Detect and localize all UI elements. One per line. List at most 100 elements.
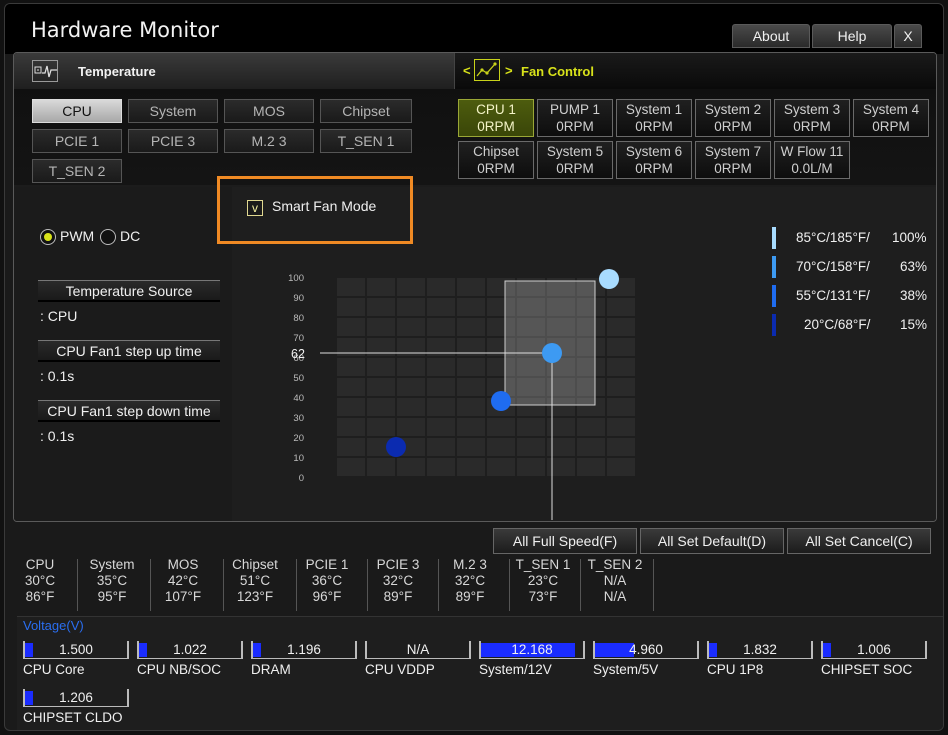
grid-cell [607, 438, 635, 456]
grid-cell [397, 318, 425, 336]
grid-cell [337, 278, 365, 296]
grid-cell [457, 278, 485, 296]
step-up-label[interactable]: CPU Fan1 step up time [38, 340, 220, 362]
grid-cell [427, 378, 455, 396]
voltage-label: System/5V [593, 662, 659, 677]
temp-src-cpu[interactable]: CPU [32, 99, 122, 123]
voltage-bar-12v: 12.168 [479, 641, 585, 659]
pwm-radio[interactable] [40, 229, 56, 245]
temp-src-tsen1[interactable]: T_SEN 1 [320, 129, 412, 153]
temp-c: 51°C [239, 573, 271, 588]
all-set-default-button[interactable]: All Set Default(D) [640, 528, 784, 554]
grid-cell [607, 378, 635, 396]
grid-cell [487, 438, 515, 456]
fan-rpm: 0RPM [556, 161, 594, 176]
temp-chipset: Chipset 51°C 123°F [220, 557, 290, 615]
grid-cell [337, 458, 365, 476]
grid-cell [337, 438, 365, 456]
fan-rpm: 0RPM [556, 119, 594, 134]
temp-cpu: CPU 30°C 86°F [5, 557, 75, 615]
help-button[interactable]: Help [812, 24, 892, 48]
fan-system1[interactable]: System 1 0RPM [616, 99, 692, 137]
voltage-label: CPU NB/SOC [137, 662, 222, 677]
temp-name: CPU [25, 557, 55, 572]
all-set-cancel-button[interactable]: All Set Cancel(C) [787, 528, 931, 554]
prev-arrow-icon[interactable]: < [463, 63, 471, 78]
app-title: Hardware Monitor [31, 18, 219, 42]
grid-cell [427, 418, 455, 436]
step-down-label[interactable]: CPU Fan1 step down time [38, 400, 220, 422]
close-button[interactable]: X [894, 24, 922, 48]
fan-pump1[interactable]: PUMP 1 0RPM [537, 99, 613, 137]
y-tick-label: 80 [293, 313, 304, 324]
smart-fan-highlight [217, 176, 413, 244]
temp-c: 42°C [167, 573, 199, 588]
next-arrow-icon[interactable]: > [505, 63, 513, 78]
grid-cell [397, 358, 425, 376]
fan-system6[interactable]: System 6 0RPM [616, 141, 692, 179]
grid-cell [397, 418, 425, 436]
fan-wflow11[interactable]: W Flow 11 0.0L/M [774, 141, 850, 179]
curve-point[interactable] [386, 437, 406, 457]
grid-cell [487, 418, 515, 436]
voltage-value: 1.196 [287, 642, 321, 657]
grid-cell [367, 398, 395, 416]
pwm-label: PWM [60, 228, 95, 244]
fan-system7[interactable]: System 7 0RPM [695, 141, 771, 179]
grid-cell [577, 458, 605, 476]
temp-src-m23[interactable]: M.2 3 [224, 129, 314, 153]
temp-src-mos[interactable]: MOS [224, 99, 314, 123]
grid-cell [337, 358, 365, 376]
all-full-speed-button[interactable]: All Full Speed(F) [493, 528, 637, 554]
voltage-value: 12.168 [511, 642, 553, 657]
temp-src-tsen2[interactable]: T_SEN 2 [32, 159, 122, 183]
temperature-graph-icon [32, 60, 58, 82]
fan-name: System 2 [704, 102, 762, 117]
fan-rpm: 0RPM [714, 119, 752, 134]
temp-src-system[interactable]: System [128, 99, 218, 123]
fan-system3[interactable]: System 3 0RPM [774, 99, 850, 137]
curve-point[interactable] [599, 269, 619, 289]
fan-name: CPU 1 [476, 102, 516, 117]
grid-cell [547, 458, 575, 476]
legend-pct: 100% [892, 230, 927, 245]
temp-f: 107°F [164, 589, 202, 604]
grid-cell [367, 318, 395, 336]
temp-src-pcie1[interactable]: PCIE 1 [32, 129, 122, 153]
grid-cell [577, 438, 605, 456]
grid-cell [337, 318, 365, 336]
voltage-label: CHIPSET CLDO [23, 710, 123, 725]
temperature-header: Temperature [14, 53, 454, 89]
about-button[interactable]: About [732, 24, 810, 48]
temp-src-pcie3[interactable]: PCIE 3 [128, 129, 218, 153]
voltage-panel: Voltage(V) 1.500 CPU Core 1.022 CPU NB/S… [17, 616, 943, 730]
voltage-value: N/A [406, 642, 430, 657]
curve-point[interactable] [542, 343, 562, 363]
curve-point[interactable] [491, 391, 511, 411]
grid-cell [427, 398, 455, 416]
voltage-label: CHIPSET SOC [821, 662, 913, 677]
temp-name: PCIE 3 [376, 557, 420, 572]
temp-src-chipset[interactable]: Chipset [320, 99, 412, 123]
grid-cell [607, 298, 635, 316]
y-tick-label: 10 [293, 453, 304, 464]
legend-swatch [772, 227, 776, 249]
temperature-header-label: Temperature [78, 64, 156, 79]
fan-system5[interactable]: System 5 0RPM [537, 141, 613, 179]
grid-cell [607, 398, 635, 416]
fan-system2[interactable]: System 2 0RPM [695, 99, 771, 137]
temperature-source-label[interactable]: Temperature Source [38, 280, 220, 302]
grid-cell [427, 318, 455, 336]
fan-system4[interactable]: System 4 0RPM [853, 99, 929, 137]
fan-rpm: 0RPM [872, 119, 910, 134]
dc-label: DC [120, 228, 141, 244]
voltage-title: Voltage(V) [23, 618, 84, 633]
grid-cell [427, 278, 455, 296]
dc-radio[interactable] [100, 229, 116, 245]
temp-tsen1: T_SEN 1 23°C 73°F [508, 557, 578, 615]
temp-c: 30°C [24, 573, 56, 588]
fan-chipset[interactable]: Chipset 0RPM [458, 141, 534, 179]
grid-cell [547, 438, 575, 456]
fan-cpu1[interactable]: CPU 1 0RPM [458, 99, 534, 137]
grid-cell [367, 358, 395, 376]
